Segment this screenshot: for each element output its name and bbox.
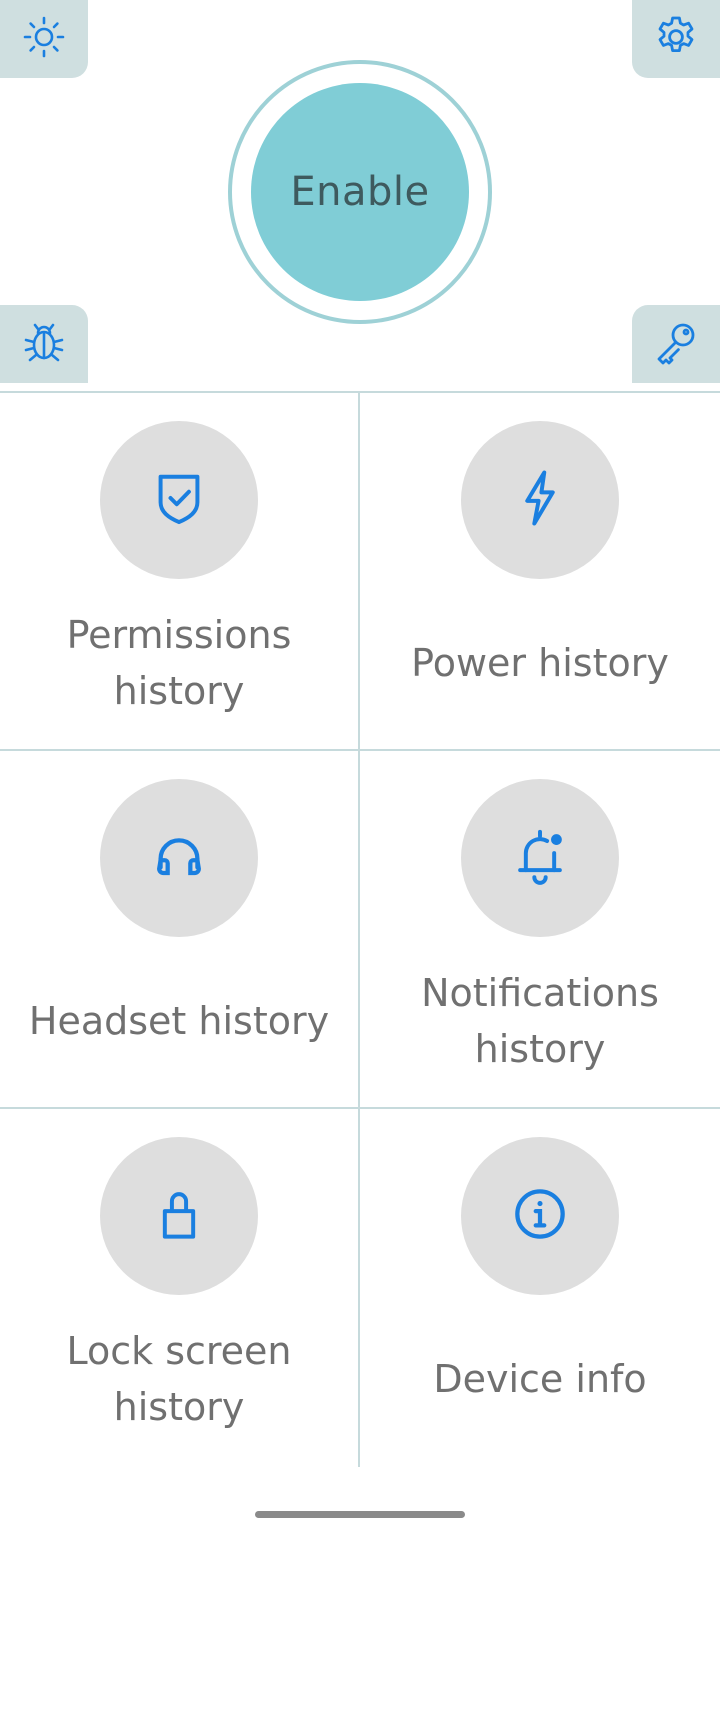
key-icon [652,318,700,370]
tile-icon-circle [461,779,619,937]
tile-label: Headset history [28,999,330,1043]
enable-label: Enable [290,169,430,215]
tile-icon-circle [100,779,258,937]
gear-icon [652,13,700,65]
sun-icon [20,13,68,65]
tile-icon-circle [461,1137,619,1295]
tile-icon-circle [461,421,619,579]
tile-lock-screen-history[interactable]: Lock screen history [0,1109,360,1467]
enable-button[interactable]: Enable [251,83,469,301]
bell-icon [506,822,574,894]
tile-permissions-history[interactable]: Permissions history [0,393,360,751]
tile-icon-circle [100,1137,258,1295]
tile-label: Permissions history [66,613,292,713]
home-indicator[interactable] [255,1511,465,1518]
tile-notifications-history[interactable]: Notifications history [360,751,720,1109]
lightning-icon [506,464,574,536]
debug-button[interactable] [0,305,88,383]
settings-button[interactable] [632,0,720,78]
info-icon [506,1180,574,1252]
tile-power-history[interactable]: Power history [360,393,720,751]
enable-ring: Enable [228,60,492,324]
brightness-button[interactable] [0,0,88,78]
bug-icon [20,318,68,370]
shield-check-icon [145,464,213,536]
tile-label: Notifications history [421,971,659,1071]
tile-label: Power history [411,641,669,685]
tile-label: Lock screen history [66,1329,292,1429]
tile-icon-circle [100,421,258,579]
headset-icon [145,822,213,894]
tile-headset-history[interactable]: Headset history [0,751,360,1109]
tile-label: Device info [433,1357,647,1401]
tile-device-info[interactable]: Device info [360,1109,720,1467]
key-button[interactable] [632,305,720,383]
feature-grid: Permissions history Power history Headse… [0,391,720,1468]
lock-icon [145,1180,213,1252]
